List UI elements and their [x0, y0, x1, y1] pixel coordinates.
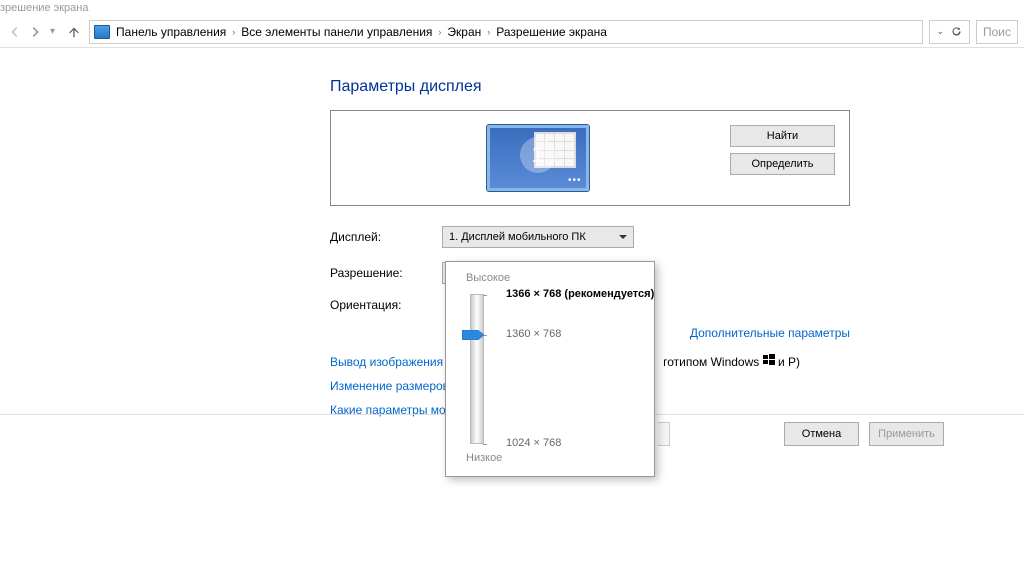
- display-dropdown[interactable]: 1. Дисплей мобильного ПК: [442, 226, 634, 248]
- ok-button-hidden[interactable]: [658, 422, 670, 446]
- advanced-settings-link[interactable]: Дополнительные параметры: [690, 326, 850, 340]
- resolution-option[interactable]: 1360 × 768: [506, 328, 561, 340]
- breadcrumb-item[interactable]: Разрешение экрана: [496, 25, 607, 39]
- find-button[interactable]: Найти: [730, 125, 835, 147]
- projector-hint: готипом Windows и P): [663, 355, 800, 369]
- monitor-dots-icon: •••: [568, 175, 582, 186]
- address-controls[interactable]: ⌄: [929, 20, 970, 44]
- nav-back-icon[interactable]: [6, 23, 24, 41]
- control-panel-icon: [94, 25, 110, 39]
- breadcrumb[interactable]: Панель управления › Все элементы панели …: [89, 20, 923, 44]
- chevron-right-icon: ›: [232, 27, 235, 37]
- breadcrumb-item[interactable]: Все элементы панели управления: [241, 25, 432, 39]
- identify-button[interactable]: Определить: [730, 153, 835, 175]
- chevron-right-icon: ›: [438, 27, 441, 37]
- monitor-number: 1: [531, 142, 543, 168]
- resolution-slider-thumb[interactable]: [462, 330, 484, 340]
- display-label: Дисплей:: [330, 230, 442, 244]
- apply-button: Применить: [869, 422, 944, 446]
- resolution-slider-popup[interactable]: Высокое 1366 × 768 (рекомендуется) 1360 …: [445, 261, 655, 477]
- navigation-bar: ▾ Панель управления › Все элементы панел…: [0, 16, 1024, 48]
- resolution-slider-track[interactable]: [470, 294, 484, 444]
- refresh-icon[interactable]: [950, 25, 963, 38]
- breadcrumb-item[interactable]: Панель управления: [116, 25, 226, 39]
- resolution-option[interactable]: 1024 × 768: [506, 437, 561, 449]
- slider-low-label: Низкое: [466, 452, 640, 464]
- orientation-label: Ориентация:: [330, 298, 442, 312]
- breadcrumb-item[interactable]: Экран: [447, 25, 481, 39]
- resolution-option[interactable]: 1366 × 768 (рекомендуется): [506, 288, 654, 300]
- chevron-right-icon: ›: [487, 27, 490, 37]
- display-preview-panel: 1 ••• Найти Определить: [330, 110, 850, 206]
- nav-forward-icon[interactable]: [26, 23, 44, 41]
- nav-sep: ▾: [50, 26, 55, 37]
- nav-up-icon[interactable]: [65, 23, 83, 41]
- window-title: зрешение экрана: [0, 0, 1024, 16]
- cancel-button[interactable]: Отмена: [784, 422, 859, 446]
- chevron-down-icon[interactable]: ⌄: [936, 26, 944, 37]
- projector-link[interactable]: Вывод изображения на: [330, 355, 460, 369]
- windows-key-icon: [763, 354, 775, 366]
- search-input[interactable]: Поис: [976, 20, 1018, 44]
- slider-high-label: Высокое: [466, 272, 640, 284]
- monitor-thumbnail[interactable]: 1 •••: [487, 125, 589, 191]
- page-title: Параметры дисплея: [330, 78, 1024, 96]
- resolution-label: Разрешение:: [330, 266, 442, 280]
